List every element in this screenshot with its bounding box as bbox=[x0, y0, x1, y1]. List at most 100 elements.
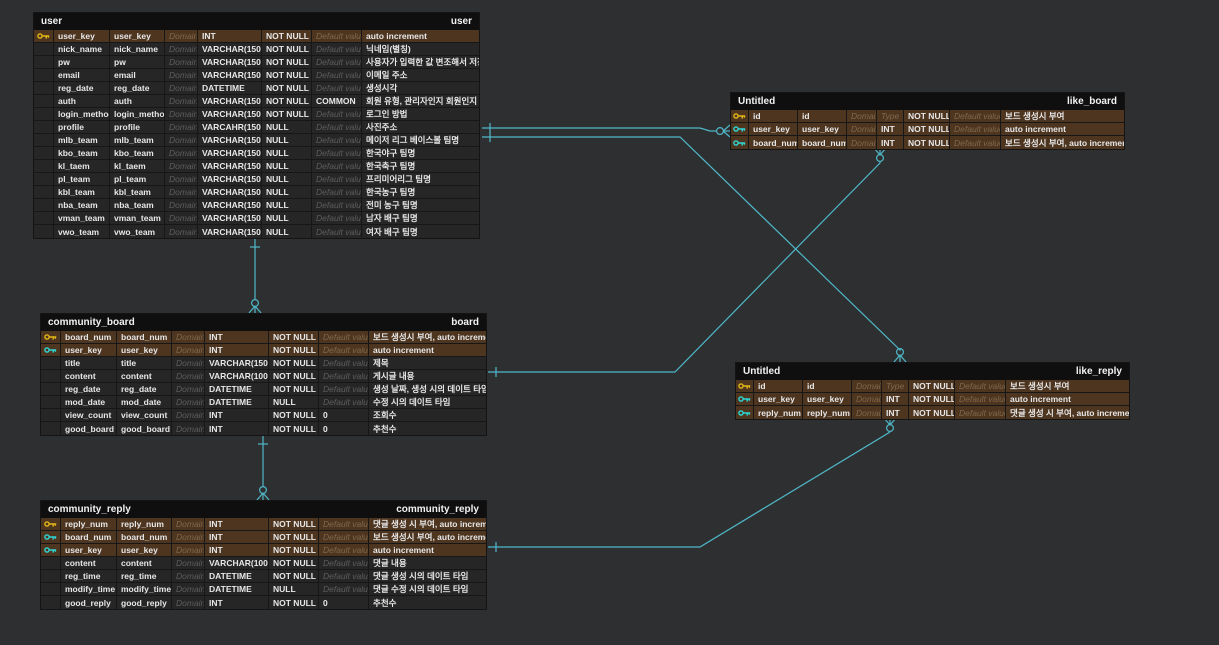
column-null-cell[interactable]: NOT NULL bbox=[269, 331, 319, 343]
column-logical-cell[interactable]: user_key bbox=[803, 393, 852, 405]
column-default-cell[interactable]: Default value bbox=[312, 212, 362, 224]
column-logical-cell[interactable]: mlb_team bbox=[110, 134, 165, 146]
column-name-cell[interactable]: user_key bbox=[61, 544, 117, 556]
column-domain-cell[interactable]: Domain bbox=[165, 82, 198, 94]
column-type-cell[interactable]: VARCHAR(150) bbox=[198, 56, 262, 68]
column-default-cell[interactable]: Default value bbox=[312, 121, 362, 133]
table-row-mod_date[interactable]: mod_date mod_date Domain DATETIME NULL Defaul… bbox=[41, 396, 486, 409]
column-default-cell[interactable]: Default value bbox=[955, 406, 1006, 419]
column-comment-cell[interactable]: 한국야구 팀명 bbox=[362, 147, 479, 159]
column-type-cell[interactable]: VARCHAR(150) bbox=[198, 134, 262, 146]
column-logical-cell[interactable]: content bbox=[117, 557, 172, 569]
table-community_board[interactable]: community_board board board_num board_num Do… bbox=[40, 313, 487, 436]
column-logical-cell[interactable]: nick_name bbox=[110, 43, 165, 55]
column-default-cell[interactable]: Default value bbox=[319, 544, 369, 556]
column-domain-cell[interactable]: Domain bbox=[172, 357, 205, 369]
column-name-cell[interactable]: id bbox=[754, 380, 803, 392]
table-row-nba_team[interactable]: nba_team nba_team Domain VARCHAR(150) NULL De… bbox=[34, 199, 479, 212]
column-comment-cell[interactable]: 생성시각 bbox=[362, 82, 479, 94]
column-type-cell[interactable]: VARCHAR(150) bbox=[198, 212, 262, 224]
column-null-cell[interactable]: NULL bbox=[269, 396, 319, 408]
column-null-cell[interactable]: NOT NULL bbox=[909, 406, 955, 419]
column-name-cell[interactable]: reg_date bbox=[54, 82, 110, 94]
column-logical-cell[interactable]: reg_time bbox=[117, 570, 172, 582]
column-name-cell[interactable]: kbo_team bbox=[54, 147, 110, 159]
table-user[interactable]: user user user_key user_key Domain INT NOT NUL… bbox=[33, 12, 480, 239]
column-logical-cell[interactable]: board_num bbox=[117, 331, 172, 343]
table-header[interactable]: Untitled like_reply bbox=[736, 363, 1129, 380]
column-domain-cell[interactable]: Domain bbox=[165, 160, 198, 172]
table-row-id[interactable]: id id Domain Type NOT NULL Default value 보드 생성… bbox=[736, 380, 1129, 393]
column-type-cell[interactable]: VARCHAR(150) bbox=[198, 199, 262, 211]
table-row-board_num[interactable]: board_num board_num Domain INT NOT NULL Defau… bbox=[731, 136, 1124, 149]
table-row-kbl_team[interactable]: kbl_team kbl_team Domain VARCHAR(150) NULL De… bbox=[34, 186, 479, 199]
column-domain-cell[interactable]: Domain bbox=[172, 531, 205, 543]
column-logical-cell[interactable]: pl_team bbox=[110, 173, 165, 185]
column-logical-cell[interactable]: pw bbox=[110, 56, 165, 68]
column-name-cell[interactable]: email bbox=[54, 69, 110, 81]
column-name-cell[interactable]: mlb_team bbox=[54, 134, 110, 146]
column-default-cell[interactable]: Default value bbox=[312, 225, 362, 238]
column-type-cell[interactable]: DATETIME bbox=[205, 383, 269, 395]
table-row-title[interactable]: title title Domain VARCHAR(150) NOT NULL Defa… bbox=[41, 357, 486, 370]
relation-user-community_board[interactable] bbox=[248, 239, 262, 314]
table-row-login_method[interactable]: login_method login_method Domain VARCHAR(15… bbox=[34, 108, 479, 121]
column-name-cell[interactable]: user_key bbox=[749, 123, 798, 135]
column-name-cell[interactable]: profile bbox=[54, 121, 110, 133]
column-name-cell[interactable]: nba_team bbox=[54, 199, 110, 211]
column-name-cell[interactable]: user_key bbox=[54, 30, 110, 42]
column-type-cell[interactable]: Type bbox=[882, 380, 909, 392]
column-domain-cell[interactable]: Domain bbox=[165, 43, 198, 55]
column-type-cell[interactable]: VARCHAR(150) bbox=[198, 43, 262, 55]
column-name-cell[interactable]: vman_team bbox=[54, 212, 110, 224]
column-type-cell[interactable]: VARCHAR(150) bbox=[198, 225, 262, 238]
column-logical-cell[interactable]: content bbox=[117, 370, 172, 382]
column-comment-cell[interactable]: 댓글 내용 bbox=[369, 557, 486, 569]
column-logical-cell[interactable]: reply_num bbox=[803, 406, 852, 419]
column-default-cell[interactable]: Default value bbox=[312, 147, 362, 159]
column-type-cell[interactable]: Type bbox=[877, 110, 904, 122]
column-logical-cell[interactable]: board_num bbox=[117, 531, 172, 543]
table-like_board[interactable]: Untitled like_boardid id Domain Type NOT NULL… bbox=[730, 92, 1125, 150]
table-row-vwo_team[interactable]: vwo_team vwo_team Domain VARCHAR(150) NULL De… bbox=[34, 225, 479, 238]
relation-community_board-like_board[interactable] bbox=[488, 147, 887, 377]
column-domain-cell[interactable]: Domain bbox=[165, 108, 198, 120]
column-default-cell[interactable]: Default value bbox=[312, 56, 362, 68]
column-default-cell[interactable]: 0 bbox=[319, 422, 369, 435]
column-logical-cell[interactable]: auth bbox=[110, 95, 165, 107]
column-null-cell[interactable]: NOT NULL bbox=[262, 82, 312, 94]
table-row-kl_taem[interactable]: kl_taem kl_taem Domain VARCHAR(150) NULL Defa… bbox=[34, 160, 479, 173]
relation-community_reply-like_reply[interactable] bbox=[488, 417, 897, 552]
column-name-cell[interactable]: board_num bbox=[749, 136, 798, 149]
table-row-id[interactable]: id id Domain Type NOT NULL Default value 보드 생성… bbox=[731, 110, 1124, 123]
table-row-reg_date[interactable]: reg_date reg_date Domain DATETIME NOT NULL De… bbox=[34, 82, 479, 95]
table-row-user_key[interactable]: user_key user_key Domain INT NOT NULL Default… bbox=[41, 344, 486, 357]
column-domain-cell[interactable]: Domain bbox=[852, 406, 882, 419]
column-comment-cell[interactable]: 댓글 생성 시의 데이트 타임 bbox=[369, 570, 486, 582]
column-domain-cell[interactable]: Domain bbox=[165, 95, 198, 107]
column-domain-cell[interactable]: Domain bbox=[165, 186, 198, 198]
column-comment-cell[interactable]: auto increment bbox=[369, 544, 486, 556]
column-comment-cell[interactable]: auto increment bbox=[369, 344, 486, 356]
column-logical-cell[interactable]: reg_date bbox=[117, 383, 172, 395]
column-comment-cell[interactable]: 프리미어리그 팀명 bbox=[362, 173, 479, 185]
column-logical-cell[interactable]: kl_taem bbox=[110, 160, 165, 172]
column-name-cell[interactable]: login_method bbox=[54, 108, 110, 120]
column-logical-cell[interactable]: user_key bbox=[117, 344, 172, 356]
column-comment-cell[interactable]: 남자 배구 팀명 bbox=[362, 212, 479, 224]
column-type-cell[interactable]: INT bbox=[205, 596, 269, 609]
column-name-cell[interactable]: reg_time bbox=[61, 570, 117, 582]
column-type-cell[interactable]: VARCHAR(1000) bbox=[205, 557, 269, 569]
table-row-view_count[interactable]: view_count view_count Domain INT NOT NULL 0 조회… bbox=[41, 409, 486, 422]
column-comment-cell[interactable]: 추천수 bbox=[369, 596, 486, 609]
column-default-cell[interactable]: Default value bbox=[319, 396, 369, 408]
column-default-cell[interactable]: Default value bbox=[312, 108, 362, 120]
column-comment-cell[interactable]: 닉네임(별칭) bbox=[362, 43, 479, 55]
column-domain-cell[interactable]: Domain bbox=[165, 147, 198, 159]
column-default-cell[interactable]: Default value bbox=[312, 43, 362, 55]
column-logical-cell[interactable]: user_key bbox=[110, 30, 165, 42]
column-name-cell[interactable]: board_num bbox=[61, 331, 117, 343]
column-domain-cell[interactable]: Domain bbox=[172, 409, 205, 421]
column-name-cell[interactable]: good_reply bbox=[61, 596, 117, 609]
column-null-cell[interactable]: NOT NULL bbox=[904, 123, 950, 135]
